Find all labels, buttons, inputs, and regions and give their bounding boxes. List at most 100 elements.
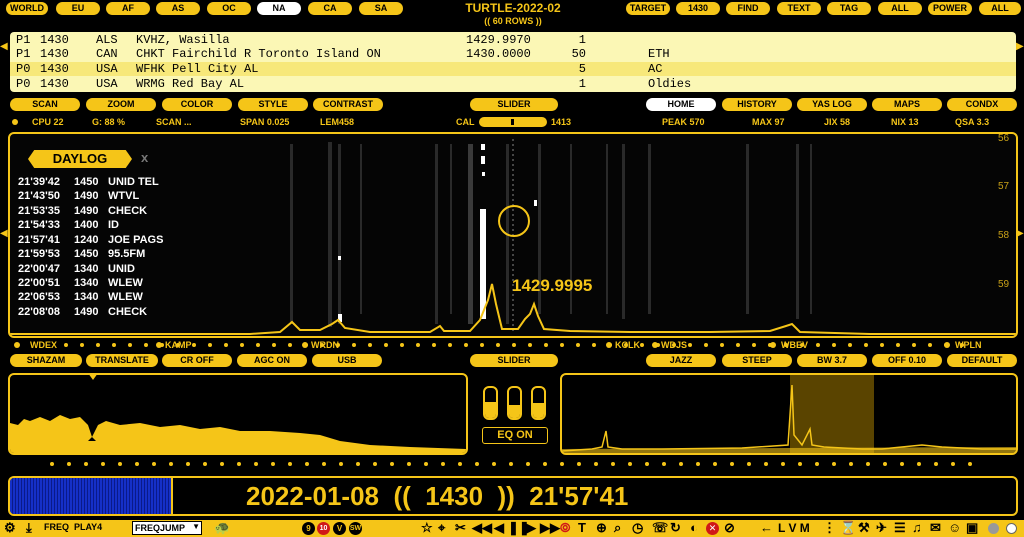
circle-button-v[interactable]: V bbox=[333, 522, 346, 535]
target-button[interactable]: TARGET bbox=[626, 2, 670, 15]
style-button[interactable]: STYLE bbox=[238, 98, 308, 111]
rewind-icon[interactable]: ◀◀ bbox=[472, 520, 492, 536]
daylog-close-icon[interactable]: x bbox=[141, 150, 148, 165]
table-row[interactable]: P0 1430 USA WRMG Red Bay AL 1 Oldies bbox=[10, 77, 1016, 91]
region-world[interactable]: WORLD bbox=[6, 2, 48, 15]
find-button[interactable]: FIND bbox=[726, 2, 770, 15]
bell-icon[interactable]: ♫ bbox=[912, 520, 922, 536]
audio-waveform-panel[interactable] bbox=[8, 373, 468, 455]
turtle-icon[interactable]: 🐢 bbox=[214, 520, 230, 536]
smile-icon[interactable]: ☺ bbox=[948, 520, 961, 536]
back-arrow-icon[interactable]: ← bbox=[760, 520, 773, 536]
list-item[interactable]: 22'00'51 1340 WLEW bbox=[18, 277, 143, 289]
list-item[interactable]: 21'43'50 1490 WTVL bbox=[18, 190, 139, 202]
freqjump-select[interactable]: FREQJUMP ▼ bbox=[132, 521, 202, 535]
zoom-button[interactable]: ZOOM bbox=[86, 98, 156, 111]
eq-bar-high[interactable] bbox=[531, 386, 546, 420]
translate-button[interactable]: TRANSLATE bbox=[86, 354, 158, 367]
image-icon[interactable]: ▣ bbox=[966, 520, 978, 536]
offset-button[interactable]: OFF 0.10 bbox=[872, 354, 942, 367]
steep-button[interactable]: STEEP bbox=[722, 354, 792, 367]
yas-log-button[interactable]: YAS LOG bbox=[797, 98, 867, 111]
circle-button-10[interactable]: 10 bbox=[317, 522, 330, 535]
tag-button[interactable]: TAG bbox=[827, 2, 871, 15]
audio-spectrum-panel[interactable] bbox=[560, 373, 1018, 455]
default-button[interactable]: DEFAULT bbox=[947, 354, 1017, 367]
timer-icon[interactable]: ◷ bbox=[632, 520, 643, 536]
marker-label[interactable]: WPLN bbox=[955, 340, 982, 350]
table-row[interactable]: P0 1430 USA WFHK Pell City AL 5 AC bbox=[10, 62, 1016, 76]
color-button[interactable]: COLOR bbox=[162, 98, 232, 111]
gray-orb-icon[interactable] bbox=[988, 523, 999, 534]
eq-toggle-button[interactable]: EQ ON bbox=[482, 427, 548, 444]
region-na[interactable]: NA bbox=[257, 2, 301, 15]
fast-forward-icon[interactable]: ▶▶ bbox=[540, 520, 560, 536]
list-item[interactable]: 22'00'47 1340 UNID bbox=[18, 263, 135, 275]
maps-button[interactable]: MAPS bbox=[872, 98, 942, 111]
freq-1430-button[interactable]: 1430 bbox=[676, 2, 720, 15]
all-power-button[interactable]: ALL bbox=[979, 2, 1021, 15]
bandwidth-button[interactable]: BW 3.7 bbox=[797, 354, 867, 367]
white-orb-icon[interactable] bbox=[1006, 523, 1017, 534]
list-icon[interactable]: ☰ bbox=[894, 520, 906, 536]
repeat-icon[interactable]: ↻ bbox=[670, 520, 681, 536]
waterfall-left-arrow-icon[interactable]: ◀ bbox=[0, 228, 8, 239]
phone-icon[interactable]: ☏ bbox=[652, 520, 668, 536]
list-item[interactable]: 21'53'35 1490 CHECK bbox=[18, 205, 147, 217]
circle-button-9[interactable]: 9 bbox=[302, 522, 315, 535]
cal-slider[interactable] bbox=[479, 117, 547, 127]
contrast-button[interactable]: CONTRAST bbox=[313, 98, 383, 111]
aircraft-icon[interactable]: ✈ bbox=[876, 520, 887, 536]
table-row[interactable]: P1 1430 CAN CHKT Fairchild R Toronto Isl… bbox=[10, 47, 1016, 61]
play-icon[interactable]: ▶ bbox=[526, 520, 536, 536]
region-eu[interactable]: EU bbox=[56, 2, 100, 15]
hourglass-icon[interactable]: ⌛ bbox=[840, 520, 856, 536]
condx-button[interactable]: CONDX bbox=[947, 98, 1017, 111]
star-icon[interactable]: ☆ bbox=[421, 520, 433, 536]
speaker-icon[interactable]: ◐ bbox=[690, 520, 698, 536]
jazz-button[interactable]: JAZZ bbox=[646, 354, 716, 367]
list-item[interactable]: 21'59'53 1450 95.5FM bbox=[18, 248, 145, 260]
record-icon[interactable]: ⦾ bbox=[560, 520, 570, 536]
table-row[interactable]: P1 1430 ALS KVHZ, Wasilla 1429.9970 1 bbox=[10, 33, 1016, 47]
eq-bar-low[interactable] bbox=[483, 386, 498, 420]
all-button[interactable]: ALL bbox=[878, 2, 922, 15]
marker-dot[interactable] bbox=[14, 342, 20, 348]
marker-label[interactable]: WRDN bbox=[311, 340, 339, 350]
marker-label[interactable]: WDEX bbox=[30, 340, 57, 350]
list-item[interactable]: 22'06'53 1340 WLEW bbox=[18, 291, 143, 303]
text-tool-icon[interactable]: T bbox=[578, 520, 586, 536]
home-button[interactable]: HOME bbox=[646, 98, 716, 111]
list-item[interactable]: 21'57'41 1240 JOE PAGS bbox=[18, 234, 163, 246]
cancel-icon[interactable]: ⊘ bbox=[724, 520, 735, 536]
slider-button-mid[interactable]: SLIDER bbox=[470, 354, 558, 367]
target-icon[interactable]: ⌖ bbox=[438, 520, 445, 536]
shazam-button[interactable]: SHAZAM bbox=[10, 354, 82, 367]
scroll-right-arrow-icon[interactable]: ▶ bbox=[1016, 41, 1024, 52]
menu-icon[interactable]: ⋮ bbox=[823, 520, 836, 536]
list-item[interactable]: 21'54'33 1400 ID bbox=[18, 219, 119, 231]
zoom-icon[interactable]: ⌕ bbox=[614, 520, 621, 536]
region-sa[interactable]: SA bbox=[359, 2, 403, 15]
chat-icon[interactable]: ✉ bbox=[930, 520, 941, 536]
list-item[interactable]: 22'08'08 1490 CHECK bbox=[18, 306, 147, 318]
list-item[interactable]: 21'39'42 1450 UNID TEL bbox=[18, 176, 159, 188]
agc-on-button[interactable]: AGC ON bbox=[237, 354, 307, 367]
playhead-marker-icon[interactable] bbox=[88, 375, 98, 380]
scroll-left-arrow-icon[interactable]: ◀ bbox=[0, 41, 8, 52]
play-mode-field[interactable]: PLAY4 bbox=[74, 522, 102, 532]
region-ca[interactable]: CA bbox=[308, 2, 352, 15]
region-af[interactable]: AF bbox=[106, 2, 150, 15]
download-icon[interactable]: ⤓ bbox=[26, 520, 32, 536]
cr-off-button[interactable]: CR OFF bbox=[162, 354, 232, 367]
cal-slider-knob[interactable] bbox=[511, 119, 514, 125]
wrench-icon[interactable]: ⚒ bbox=[858, 520, 870, 536]
power-button[interactable]: POWER bbox=[928, 2, 972, 15]
scissors-icon[interactable]: ✂ bbox=[455, 520, 466, 536]
region-oc[interactable]: OC bbox=[207, 2, 251, 15]
text-button[interactable]: TEXT bbox=[777, 2, 821, 15]
view-letters[interactable]: L V M bbox=[778, 521, 810, 535]
close-red-icon[interactable]: ✕ bbox=[706, 522, 719, 535]
step-back-icon[interactable]: ◀ bbox=[494, 520, 504, 536]
settings-gear-icon[interactable]: ⚙ bbox=[4, 520, 16, 536]
